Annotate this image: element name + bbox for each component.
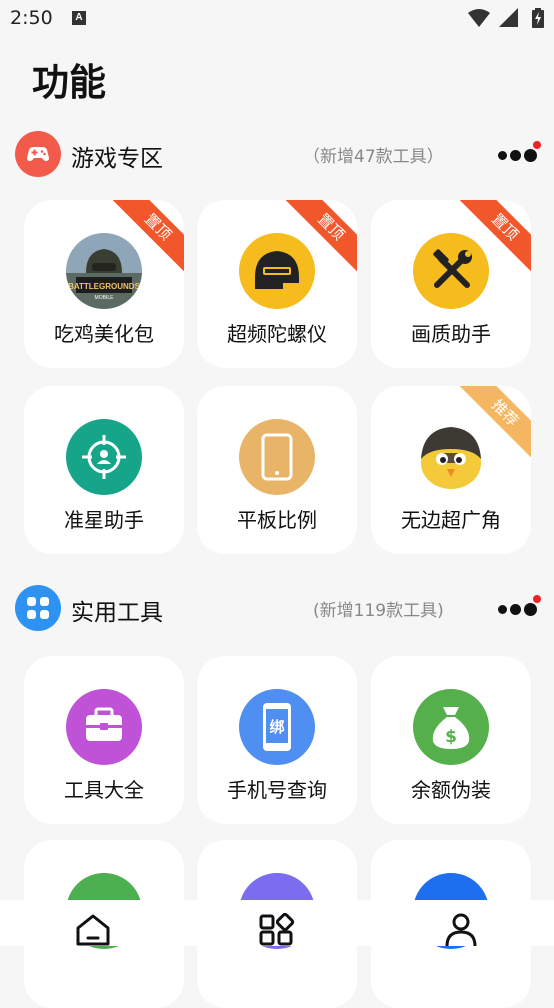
phone-bind-glyph: 绑: [269, 718, 284, 736]
more-dot: [524, 603, 537, 616]
crosshair-icon: [66, 419, 142, 495]
section-header-games: 游戏专区 （新增47款工具）: [15, 131, 545, 177]
more-dot: [510, 604, 521, 615]
nav-profile[interactable]: [442, 912, 482, 946]
battery-charging-icon: [532, 8, 544, 28]
toolbox-icon: [66, 689, 142, 765]
tool-card-label: 吃鸡美化包: [54, 322, 154, 346]
tool-card-toolbox[interactable]: 工具大全: [24, 656, 184, 824]
tool-card-label: 画质助手: [411, 322, 491, 346]
nav-home[interactable]: [74, 912, 114, 946]
more-button-utilities[interactable]: [495, 595, 545, 621]
chick-helmet-icon: [413, 419, 489, 495]
wifi-icon: [467, 9, 490, 27]
more-dot: [498, 605, 507, 614]
tablet-icon: [239, 419, 315, 495]
tool-card-label: 工具大全: [64, 778, 144, 802]
tool-card-graphics-assistant[interactable]: 画质助手 置顶: [371, 200, 531, 368]
more-dot: [510, 150, 521, 161]
section-title-utilities: 实用工具: [71, 600, 163, 626]
tool-card-label: 准星助手: [64, 508, 144, 532]
tool-card-label: 手机号查询: [227, 778, 327, 802]
bottom-nav: [0, 900, 554, 946]
section-title-games: 游戏专区: [71, 146, 163, 172]
tool-card-balance-disguise[interactable]: $ 余额伪装: [371, 656, 531, 824]
pubg-logo-icon: BATTLEGROUNDS MOBILE: [66, 233, 142, 309]
section-header-utilities: 实用工具 (新增119款工具): [15, 585, 545, 631]
notification-icon: A: [72, 11, 86, 25]
section-note-games: （新增47款工具）: [303, 147, 444, 167]
money-bag-glyph: $: [445, 727, 457, 747]
tool-card-overclock-gyro[interactable]: 超频陀螺仪 置顶: [197, 200, 357, 368]
nav-apps[interactable]: [257, 912, 297, 946]
tool-card-label: 无边超广角: [401, 508, 501, 532]
tool-card-pubg-beautify[interactable]: BATTLEGROUNDS MOBILE 吃鸡美化包 置顶: [24, 200, 184, 368]
section-note-utilities: (新增119款工具): [313, 601, 444, 621]
money-bag-icon: $: [413, 689, 489, 765]
page-title: 功能: [32, 61, 106, 104]
more-dot: [524, 149, 537, 162]
tool-card-label: 超频陀螺仪: [227, 322, 327, 346]
notification-dot: [533, 141, 541, 149]
tool-card-phone-lookup[interactable]: 绑 手机号查询: [197, 656, 357, 824]
phone-bind-icon: 绑: [239, 689, 315, 765]
tool-card-label: 余额伪装: [411, 778, 491, 802]
svg-text:BATTLEGROUNDS: BATTLEGROUNDS: [68, 282, 141, 291]
status-time: 2:50: [10, 7, 53, 29]
tools-wrench-hammer-icon: [413, 233, 489, 309]
more-button-games[interactable]: [495, 141, 545, 167]
grid-apps-icon: [15, 585, 61, 631]
apps-icon: [259, 912, 295, 946]
user-icon: [445, 913, 477, 946]
home-icon: [76, 914, 110, 946]
tool-card-tablet-ratio[interactable]: 平板比例: [197, 386, 357, 554]
status-bar: 2:50 A: [0, 0, 554, 38]
tool-card-borderless-wide-angle[interactable]: 无边超广角 推荐: [371, 386, 531, 554]
svg-text:MOBILE: MOBILE: [95, 295, 115, 301]
gamepad-icon: [15, 131, 61, 177]
helmet-icon: [239, 233, 315, 309]
tool-card-crosshair-assistant[interactable]: 准星助手: [24, 386, 184, 554]
system-icons: [467, 8, 544, 30]
notification-dot: [533, 595, 541, 603]
signal-icon: [498, 8, 518, 27]
more-dot: [498, 151, 507, 160]
tool-card-label: 平板比例: [237, 508, 317, 532]
